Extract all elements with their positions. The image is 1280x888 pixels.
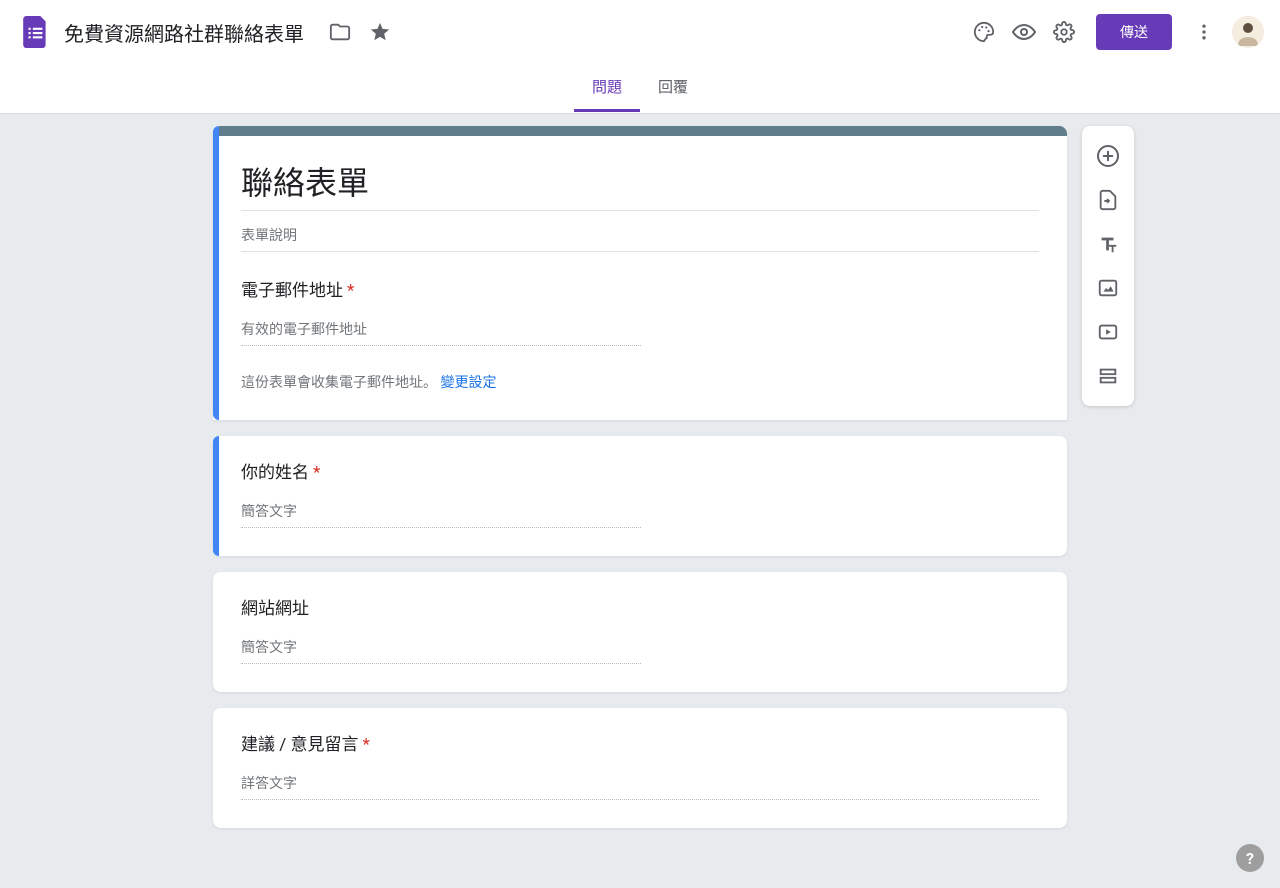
add-video-icon[interactable] xyxy=(1088,310,1128,354)
add-question-icon[interactable] xyxy=(1088,134,1128,178)
answer-placeholder: 簡答文字 xyxy=(241,497,641,528)
email-label-text: 電子郵件地址 xyxy=(241,281,343,301)
question-label-text: 網站網址 xyxy=(241,599,309,619)
question-label-text: 建議 / 意見留言 xyxy=(241,735,358,755)
question-card-feedback[interactable]: 建議 / 意見留言* 詳答文字 xyxy=(213,708,1067,828)
help-button[interactable]: ? xyxy=(1236,844,1264,872)
question-label: 建議 / 意見留言* xyxy=(241,730,1039,755)
add-title-icon[interactable] xyxy=(1088,222,1128,266)
required-indicator: * xyxy=(347,281,354,301)
side-toolbar xyxy=(1082,126,1134,406)
form-description[interactable]: 表單說明 xyxy=(241,219,1039,252)
change-settings-link[interactable]: 變更設定 xyxy=(440,375,496,391)
question-card-website[interactable]: 網站網址 簡答文字 xyxy=(213,572,1067,692)
question-label: 你的姓名* xyxy=(241,458,1039,483)
form-header-card[interactable]: 聯絡表單 表單說明 電子郵件地址* 有效的電子郵件地址 這份表單會收集電子郵件地… xyxy=(213,126,1067,420)
required-indicator: * xyxy=(313,463,320,483)
more-icon[interactable] xyxy=(1184,12,1224,52)
question-label-text: 你的姓名 xyxy=(241,463,309,483)
folder-icon[interactable] xyxy=(320,12,360,52)
preview-icon[interactable] xyxy=(1004,12,1044,52)
tab-responses[interactable]: 回覆 xyxy=(640,64,706,112)
add-section-icon[interactable] xyxy=(1088,354,1128,398)
form-title[interactable]: 聯絡表單 xyxy=(241,158,1039,211)
settings-icon[interactable] xyxy=(1044,12,1084,52)
send-button[interactable]: 傳送 xyxy=(1096,14,1172,50)
collect-email-note: 這份表單會收集電子郵件地址。 變更設定 xyxy=(241,372,1039,392)
user-avatar[interactable] xyxy=(1232,16,1264,48)
email-input-placeholder: 有效的電子郵件地址 xyxy=(241,315,641,346)
palette-icon[interactable] xyxy=(964,12,1004,52)
question-label: 網站網址 xyxy=(241,594,1039,619)
document-title[interactable]: 免費資源網路社群聯絡表單 xyxy=(64,18,304,47)
answer-placeholder: 詳答文字 xyxy=(241,769,1039,800)
add-image-icon[interactable] xyxy=(1088,266,1128,310)
collect-note-text: 這份表單會收集電子郵件地址。 xyxy=(241,375,437,391)
required-indicator: * xyxy=(362,735,369,755)
email-question-label: 電子郵件地址* xyxy=(241,276,1039,301)
question-card-name[interactable]: 你的姓名* 簡答文字 xyxy=(213,436,1067,556)
star-icon[interactable] xyxy=(360,12,400,52)
forms-logo-icon[interactable] xyxy=(16,12,56,52)
tabs: 問題 回覆 xyxy=(0,64,1280,114)
app-header: 免費資源網路社群聯絡表單 傳送 問題 回覆 xyxy=(0,0,1280,114)
import-questions-icon[interactable] xyxy=(1088,178,1128,222)
answer-placeholder: 簡答文字 xyxy=(241,633,641,664)
tab-questions[interactable]: 問題 xyxy=(574,64,640,112)
